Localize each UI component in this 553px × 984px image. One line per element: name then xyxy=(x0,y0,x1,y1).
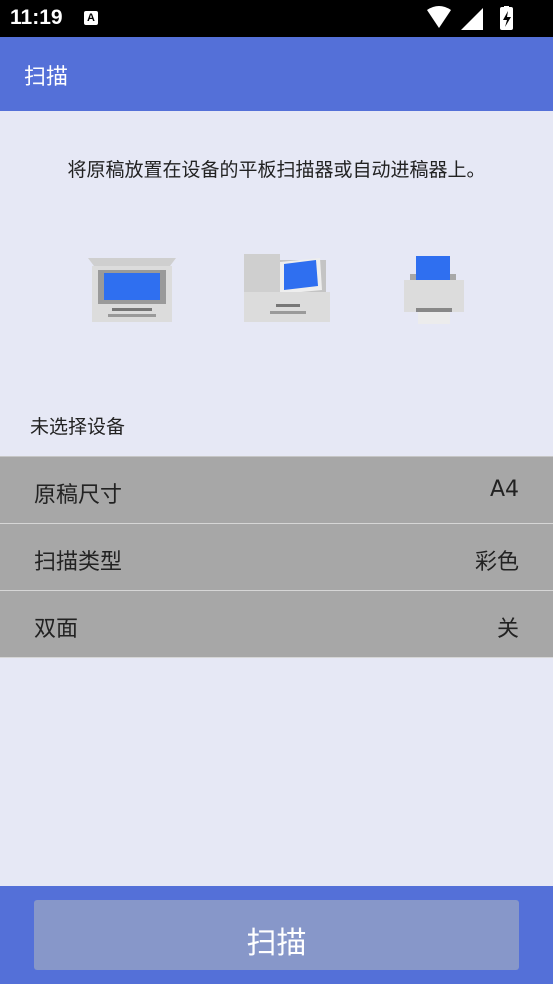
status-time: 11:19 xyxy=(10,6,63,29)
setting-value: 彩色 xyxy=(474,550,519,575)
status-icons xyxy=(427,6,513,30)
printer-icon xyxy=(404,256,464,324)
status-bar: 11:19 A xyxy=(0,0,553,37)
device-status: 未选择设备 xyxy=(30,416,126,438)
flatbed-scanner-icon xyxy=(88,258,176,322)
page-title: 扫描 xyxy=(24,65,69,90)
setting-row-scan-type[interactable]: 扫描类型 彩色 xyxy=(0,524,553,591)
setting-label: 扫描类型 xyxy=(34,550,123,575)
settings-list: 原稿尺寸 A4 扫描类型 彩色 双面 关 xyxy=(0,456,553,658)
instruction-text: 将原稿放置在设备的平板扫描器或自动进稿器上。 xyxy=(67,159,486,181)
bottom-bar: 扫描 xyxy=(0,886,553,984)
setting-label: 原稿尺寸 xyxy=(34,483,123,508)
setting-label: 双面 xyxy=(34,617,79,642)
app-bar: 扫描 xyxy=(0,37,553,111)
signal-icon xyxy=(461,8,483,30)
scan-button[interactable]: 扫描 xyxy=(34,900,519,970)
adf-scanner-icon xyxy=(244,254,330,322)
setting-value: 关 xyxy=(496,617,519,642)
setting-row-duplex[interactable]: 双面 关 xyxy=(0,591,553,658)
wifi-icon xyxy=(427,6,451,28)
setting-value: A4 xyxy=(489,477,519,502)
a-icon: A xyxy=(84,11,98,25)
scan-button-label: 扫描 xyxy=(246,926,307,961)
setting-row-paper-size[interactable]: 原稿尺寸 A4 xyxy=(0,457,553,524)
